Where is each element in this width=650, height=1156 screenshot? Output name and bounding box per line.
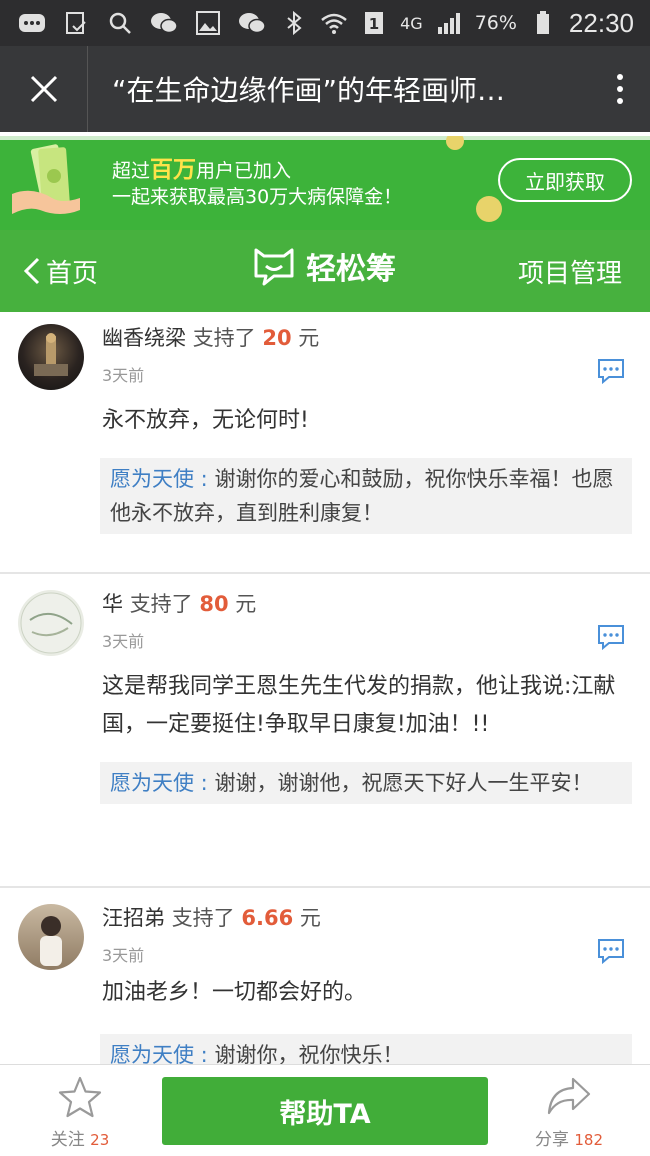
- sim-card-icon: 1: [360, 11, 388, 35]
- banner-line-1: 超过百万用户已加入: [112, 156, 292, 183]
- network-type: 4G: [400, 13, 423, 33]
- comment-list: 幽香绕梁 支持了 20 元 3天前 永不放弃，无论何时! 愿为天使 : 谢谢你的…: [0, 308, 650, 1088]
- bottom-action-bar: 关注 23 帮助TA 分享 182: [0, 1064, 650, 1156]
- reply-box: 愿为天使 : 谢谢，谢谢他，祝愿天下好人一生平安！: [100, 762, 632, 804]
- help-ta-button[interactable]: 帮助TA: [162, 1077, 488, 1145]
- star-icon: [58, 1076, 102, 1118]
- comment-time: 3天前: [102, 946, 145, 965]
- coin-decoration-2: [476, 196, 502, 222]
- avatar[interactable]: [18, 590, 84, 656]
- donation-amount: 20: [262, 326, 292, 350]
- donor-line: 幽香绕梁 支持了 20 元: [102, 326, 320, 350]
- wechat-icon-2: [238, 11, 266, 35]
- gallery-icon: [194, 11, 222, 35]
- reply-comment-icon[interactable]: [596, 624, 626, 650]
- wifi-icon: [320, 11, 348, 35]
- share-label: 分享: [534, 1130, 569, 1150]
- reply-comment-icon[interactable]: [596, 358, 626, 384]
- search-icon: [106, 11, 134, 35]
- avatar[interactable]: [18, 324, 84, 390]
- reply-comment-icon[interactable]: [596, 938, 626, 964]
- cat-logo-icon: [254, 248, 294, 286]
- list-item: 幽香绕梁 支持了 20 元 3天前 永不放弃，无论何时! 愿为天使 : 谢谢你的…: [0, 308, 650, 574]
- clock: 22:30: [568, 7, 634, 38]
- brand-logo: 轻松筹: [252, 244, 396, 288]
- banner-text: 超过百万用户已加入 一起来获取最高30万大病保障金！: [112, 157, 402, 210]
- share-button[interactable]: 分享 182: [524, 1075, 614, 1150]
- list-item: 华 支持了 80 元 3天前 这是帮我同学王恩生先生代发的捐款，他让我说:江献国…: [0, 574, 650, 888]
- nav-bar: 首页 轻松筹 项目管理: [0, 230, 650, 312]
- get-now-button[interactable]: 立即获取: [498, 158, 632, 202]
- messages-icon: [18, 11, 46, 35]
- close-button[interactable]: [0, 46, 88, 132]
- donation-amount: 80: [199, 592, 229, 616]
- battery-icon: [529, 11, 557, 35]
- avatar[interactable]: [18, 904, 84, 970]
- comment-message: 这是帮我同学王恩生先生代发的捐款，他让我说:江献国，一定要挺住!争取早日康复!加…: [102, 674, 616, 737]
- reply-box: 愿为天使 : 谢谢你的爱心和鼓励，祝你快乐幸福！也愿他永不放弃，直到胜利康复！: [100, 458, 632, 534]
- follow-label: 关注: [50, 1130, 85, 1150]
- bluetooth-icon: [280, 11, 308, 35]
- donor-name[interactable]: 幽香绕梁: [102, 326, 186, 350]
- battery-percent: 76%: [474, 12, 517, 34]
- donation-amount: 6.66: [241, 906, 294, 930]
- comment-message: 永不放弃，无论何时!: [102, 408, 309, 433]
- close-icon: [30, 75, 57, 103]
- reply-author[interactable]: 愿为天使 :: [110, 467, 208, 491]
- banner-line-2: 一起来获取最高30万大病保障金！: [112, 185, 403, 208]
- promo-banner[interactable]: 超过百万用户已加入 一起来获取最高30万大病保障金！ 立即获取: [0, 136, 650, 230]
- signal-icon: [435, 11, 463, 35]
- donor-line: 华 支持了 80 元: [102, 592, 257, 616]
- comment-message: 加油老乡！一切都会好的。: [102, 980, 367, 1005]
- page-title: “在生命边缘作画”的年轻画师…: [112, 74, 506, 107]
- reply-author[interactable]: 愿为天使 :: [110, 771, 208, 795]
- follow-count: 23: [90, 1131, 110, 1149]
- clipboard-check-icon: [62, 11, 90, 35]
- donor-name[interactable]: 华: [102, 592, 123, 616]
- donor-name[interactable]: 汪招弟: [102, 906, 165, 930]
- status-bar: 1 4G 76% 22:30: [0, 0, 650, 46]
- chevron-left-icon: [23, 257, 40, 285]
- coin-decoration: [446, 136, 464, 150]
- donor-line: 汪招弟 支持了 6.66 元: [102, 906, 321, 930]
- brand-name: 轻松筹: [306, 252, 396, 287]
- money-hand-icon: [12, 144, 80, 214]
- reply-text: 谢谢，谢谢他，祝愿天下好人一生平安！: [207, 771, 593, 795]
- project-manage-link[interactable]: 项目管理: [518, 253, 650, 290]
- share-icon: [547, 1077, 591, 1115]
- share-count: 182: [574, 1131, 604, 1149]
- status-icons-left: [18, 11, 266, 35]
- title-bar: “在生命边缘作画”的年轻画师…: [0, 46, 650, 132]
- comment-time: 3天前: [102, 366, 145, 385]
- wechat-icon: [150, 11, 178, 35]
- svg-text:1: 1: [369, 15, 379, 33]
- home-label: 首页: [46, 258, 99, 289]
- more-menu-button[interactable]: [590, 74, 650, 104]
- status-icons-right: 1 4G 76% 22:30: [280, 8, 634, 39]
- comment-time: 3天前: [102, 632, 145, 651]
- follow-button[interactable]: 关注 23: [40, 1075, 120, 1150]
- list-item: 汪招弟 支持了 6.66 元 3天前 加油老乡！一切都会好的。 愿为天使 : 谢…: [0, 888, 650, 1088]
- home-back-button[interactable]: 首页: [0, 253, 98, 290]
